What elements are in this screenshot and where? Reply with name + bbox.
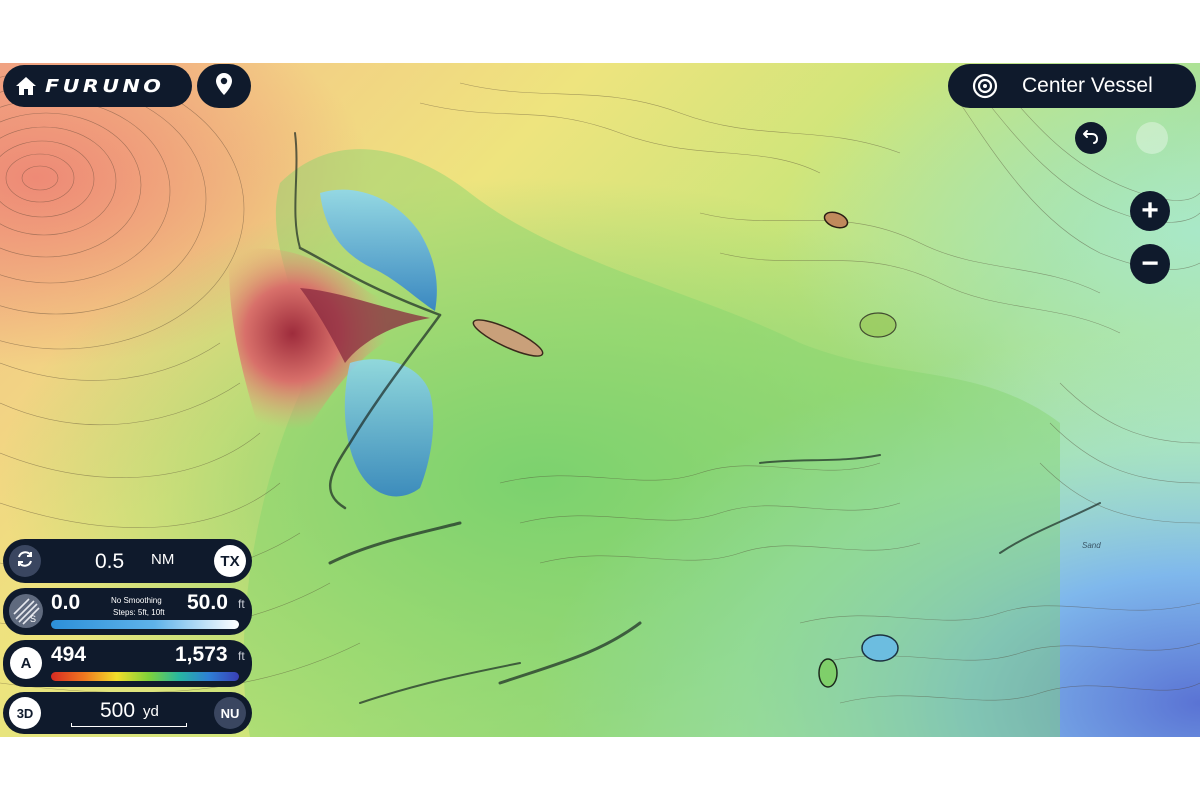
range-panel: 0.5 NM TX <box>3 539 252 583</box>
smoothing-steps: Steps: 5ft, 10ft <box>113 608 165 617</box>
zoom-out-button[interactable]: − <box>1130 244 1170 284</box>
smoothing-icon: S <box>9 594 43 628</box>
target-icon <box>972 73 998 99</box>
undo-button[interactable] <box>1075 122 1107 154</box>
smoothing-max: 50.0 <box>187 591 228 614</box>
brand-logo: FURUNO <box>45 75 165 97</box>
undo-icon <box>1082 127 1100 150</box>
center-vessel-button[interactable]: Center Vessel <box>948 64 1196 108</box>
sand-label: Sand <box>1082 541 1101 550</box>
home-icon <box>15 76 37 96</box>
refresh-button[interactable] <box>9 545 41 577</box>
tx-button[interactable]: TX <box>214 545 246 577</box>
minus-icon: − <box>1141 247 1159 280</box>
auto-depth-label: A <box>20 654 32 672</box>
zoom-in-button[interactable]: + <box>1130 191 1170 231</box>
scale-bar <box>71 723 187 727</box>
smoothing-mode: No Smoothing <box>111 596 162 605</box>
3d-view-button[interactable]: 3D <box>9 697 41 729</box>
range-value: 0.5 <box>95 550 125 573</box>
smoothing-icon-badge: S <box>30 614 37 624</box>
map-canvas: Sand <box>0 63 1200 737</box>
redo-button-disabled <box>1136 122 1168 154</box>
depth-unit: ft <box>238 649 245 663</box>
smoothing-unit: ft <box>238 597 245 611</box>
scale-value: 500 <box>100 699 136 722</box>
location-pin-icon <box>215 72 233 101</box>
3d-view-label: 3D <box>16 705 34 721</box>
center-vessel-label: Center Vessel <box>1022 74 1153 97</box>
location-button[interactable] <box>197 64 251 108</box>
smoothing-range-bar[interactable] <box>51 620 239 629</box>
depth-max: 1,573 <box>175 643 228 666</box>
bathymetry-map[interactable]: Sand <box>0 63 1200 737</box>
scale-unit: yd <box>143 703 159 720</box>
home-logo-button[interactable]: FURUNO <box>3 65 192 107</box>
depth-min: 494 <box>51 643 87 666</box>
view-panel: 3D 500 yd NU <box>3 692 252 734</box>
depth-color-bar[interactable] <box>51 672 239 681</box>
smoothing-min: 0.0 <box>51 591 81 614</box>
smoothing-panel[interactable]: S 0.0 No Smoothing Steps: 5ft, 10ft 50.0… <box>3 588 252 635</box>
auto-depth-button[interactable]: A <box>10 647 42 679</box>
plus-icon: + <box>1141 194 1159 227</box>
depth-panel[interactable]: A 494 1,573 ft <box>3 640 252 687</box>
north-up-button[interactable]: NU <box>214 697 246 729</box>
refresh-icon <box>15 549 35 573</box>
tx-label: TX <box>220 552 240 570</box>
range-unit: NM <box>151 551 175 568</box>
north-up-label: NU <box>220 705 240 721</box>
